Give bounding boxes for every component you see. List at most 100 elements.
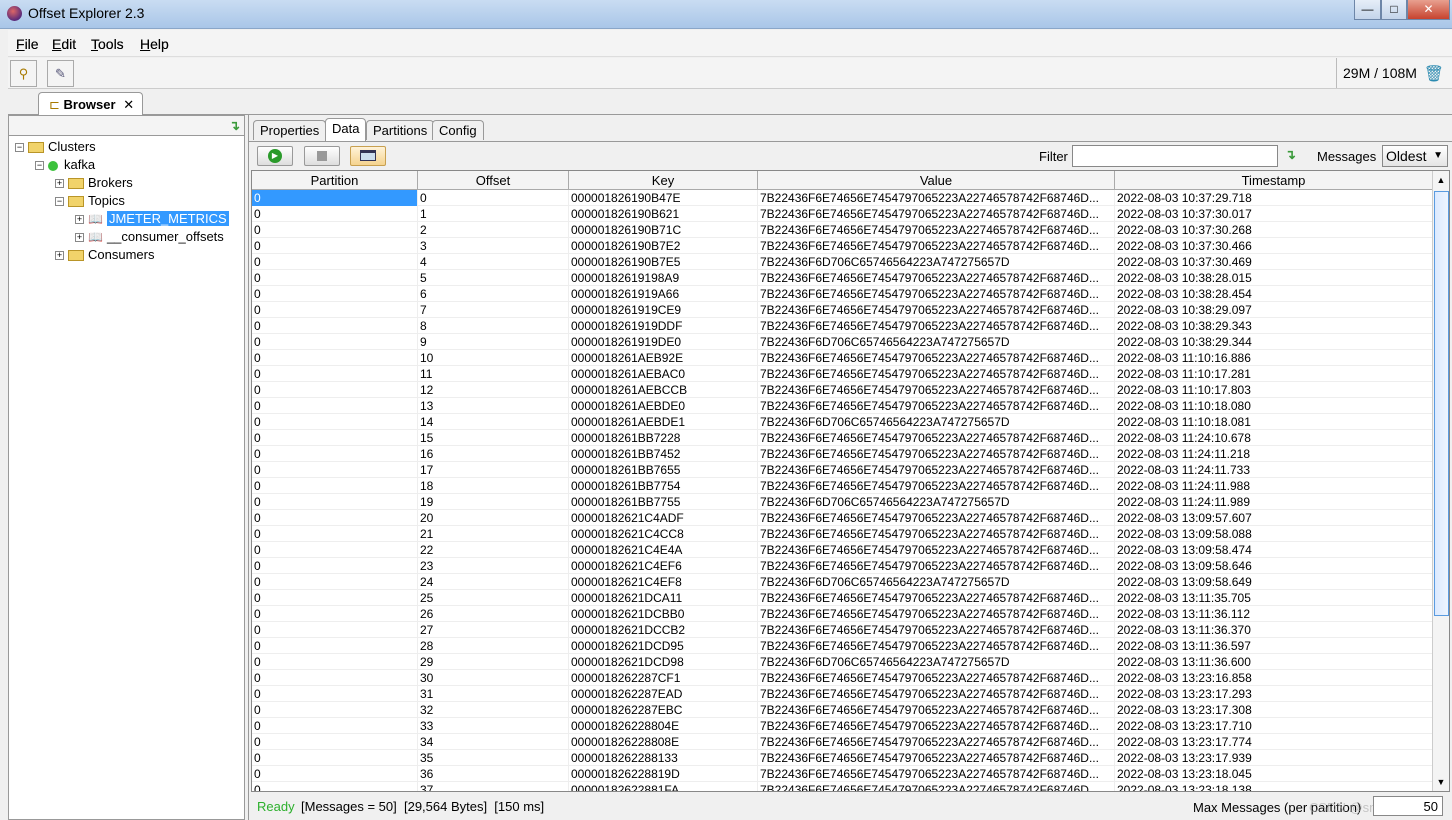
- menu-help-mnemonic: Help: [140, 36, 169, 52]
- table-row[interactable]: 0 5 00000182619198A9 7B22436F6E74656E745479…: [252, 270, 1433, 286]
- tree-node-kafka[interactable]: − kafka: [35, 156, 95, 174]
- view-toggle-button[interactable]: [350, 146, 386, 166]
- tab-config[interactable]: Config: [432, 120, 484, 140]
- tree-node-topic-consumer-offsets[interactable]: + 📖 __consumer_offsets: [75, 228, 224, 246]
- stop-button[interactable]: [304, 146, 340, 166]
- column-header-partition[interactable]: Partition: [252, 171, 418, 190]
- column-header-offset[interactable]: Offset: [418, 171, 569, 190]
- table-row[interactable]: 0 26 00000182621DCBB0 7B22436F6E74656E74547…: [252, 606, 1433, 622]
- table-row[interactable]: 0 6 0000018261919A66 7B22436F6E74656E745479…: [252, 286, 1433, 302]
- garbage-collect-trash-icon[interactable]: 🗑: [1424, 64, 1444, 84]
- table-row[interactable]: 0 18 0000018261BB7754 7B22436F6E74656E74547…: [252, 478, 1433, 494]
- table-row[interactable]: 0 13 0000018261AEBDE0 7B22436F6E74656E74547…: [252, 398, 1433, 414]
- expand-icon[interactable]: +: [55, 251, 64, 261]
- menu-edit-mnemonic: Edit: [52, 36, 76, 52]
- max-messages-input[interactable]: 50: [1373, 796, 1443, 816]
- table-row[interactable]: 0 16 0000018261BB7452 7B22436F6E74656E74547…: [252, 446, 1433, 462]
- tree-node-consumers[interactable]: + Consumers: [55, 246, 154, 264]
- table-row[interactable]: 0 36 000001826228819D 7B22436F6E74656E74547…: [252, 766, 1433, 782]
- scroll-down-icon[interactable]: ▼: [1433, 773, 1449, 791]
- collapse-icon[interactable]: −: [35, 161, 44, 171]
- close-button[interactable]: ✕: [1407, 0, 1450, 20]
- cell-offset: 21: [418, 526, 569, 542]
- menu-edit[interactable]: Edit Edit: [52, 36, 76, 52]
- run-button[interactable]: ▶: [257, 146, 293, 166]
- table-row[interactable]: 0 37 00000182622881FA 7B22436F6E74656E74547…: [252, 782, 1433, 791]
- table-row[interactable]: 0 32 0000018262287EBC 7B22436F6E74656E74547…: [252, 702, 1433, 718]
- table-row[interactable]: 0 31 0000018262287EAD 7B22436F6E74656E74547…: [252, 686, 1433, 702]
- table-row[interactable]: 0 25 00000182621DCA11 7B22436F6E74656E74547…: [252, 590, 1433, 606]
- messages-label: Messages: [1317, 149, 1377, 164]
- messages-select[interactable]: Oldest ▼: [1382, 145, 1448, 167]
- scroll-up-icon[interactable]: ▲: [1433, 171, 1449, 189]
- table-row[interactable]: 0 1 000001826190B621 7B22436F6E74656E745479…: [252, 206, 1433, 222]
- table-row[interactable]: 0 4 000001826190B7E5 7B22436F6D706C65746564…: [252, 254, 1433, 270]
- table-row[interactable]: 0 7 0000018261919CE9 7B22436F6E74656E745479…: [252, 302, 1433, 318]
- table-row[interactable]: 0 29 00000182621DCD98 7B22436F6D706C6574656…: [252, 654, 1433, 670]
- tab-partitions[interactable]: Partitions: [366, 120, 435, 140]
- table-row[interactable]: 0 21 00000182621C4CC8 7B22436F6E74656E74547…: [252, 526, 1433, 542]
- cell-key: 0000018261AEB92E: [569, 350, 758, 366]
- cell-timestamp: 2022-08-03 10:38:28.454: [1115, 286, 1433, 302]
- expand-icon[interactable]: +: [75, 215, 84, 225]
- table-row[interactable]: 0 17 0000018261BB7655 7B22436F6E74656E74547…: [252, 462, 1433, 478]
- edit-tree-button[interactable]: ✎: [47, 60, 74, 87]
- table-row[interactable]: 0 24 00000182621C4EF8 7B22436F6D706C6574656…: [252, 574, 1433, 590]
- table-row[interactable]: 0 22 00000182621C4E4A 7B22436F6E74656E74547…: [252, 542, 1433, 558]
- expand-icon[interactable]: +: [75, 233, 84, 243]
- minimize-button[interactable]: —: [1354, 0, 1381, 20]
- table-row[interactable]: 0 14 0000018261AEBDE1 7B22436F6D706C6574656…: [252, 414, 1433, 430]
- tab-data[interactable]: Data: [325, 118, 367, 141]
- table-row[interactable]: 0 12 0000018261AEBCCB 7B22436F6E74656E74547…: [252, 382, 1433, 398]
- collapse-icon[interactable]: −: [55, 197, 64, 207]
- browser-tab[interactable]: ⊏ Browser ✕: [38, 92, 143, 115]
- table-row[interactable]: 0 11 0000018261AEBAC0 7B22436F6E74656E74547…: [252, 366, 1433, 382]
- filter-input[interactable]: [1072, 145, 1278, 167]
- tree-node-brokers[interactable]: + Brokers: [55, 174, 133, 192]
- table-row[interactable]: 0 19 0000018261BB7755 7B22436F6D706C6574656…: [252, 494, 1433, 510]
- table-row[interactable]: 0 3 000001826190B7E2 7B22436F6E74656E745479…: [252, 238, 1433, 254]
- tab-properties[interactable]: Properties: [253, 120, 327, 140]
- table-row[interactable]: 0 23 00000182621C4EF6 7B22436F6E74656E74547…: [252, 558, 1433, 574]
- table-row[interactable]: 0 28 00000182621DCD95 7B22436F6E74656E74547…: [252, 638, 1433, 654]
- table-row[interactable]: 0 0 000001826190B47E 7B22436F6E74656E745479…: [252, 190, 1433, 206]
- view-tab-strip: ⊏ Browser ✕: [8, 90, 1452, 115]
- close-tab-icon[interactable]: ✕: [123, 97, 134, 112]
- menu-file[interactable]: File File: [16, 36, 39, 52]
- table-row[interactable]: 0 34 000001826228808E 7B22436F6E74656E74547…: [252, 734, 1433, 750]
- table-row[interactable]: 0 10 0000018261AEB92E 7B22436F6E74656E74547…: [252, 350, 1433, 366]
- add-connection-button[interactable]: ⚲: [10, 60, 37, 87]
- table-row[interactable]: 0 2 000001826190B71C 7B22436F6E74656E745479…: [252, 222, 1433, 238]
- vertical-scrollbar[interactable]: ▲ ▼: [1432, 171, 1449, 791]
- maximize-button[interactable]: □: [1381, 0, 1407, 20]
- table-row[interactable]: 0 15 0000018261BB7228 7B22436F6E74656E74547…: [252, 430, 1433, 446]
- column-header-key[interactable]: Key: [569, 171, 758, 190]
- column-header-timestamp[interactable]: Timestamp: [1115, 171, 1433, 190]
- cell-partition: 0: [252, 270, 418, 286]
- cell-offset: 25: [418, 590, 569, 606]
- tree-node-topic-jmeter-metrics[interactable]: + 📖 JMETER_METRICS: [75, 210, 229, 228]
- table-row[interactable]: 0 8 0000018261919DDF 7B22436F6E74656E745479…: [252, 318, 1433, 334]
- menu-tools[interactable]: Tools Tools: [91, 36, 124, 52]
- cell-offset: 19: [418, 494, 569, 510]
- apply-filter-arrow-icon[interactable]: ↴: [1285, 147, 1296, 163]
- collapse-icon[interactable]: −: [15, 143, 24, 153]
- refresh-arrow-icon[interactable]: ↴: [229, 118, 240, 134]
- table-row[interactable]: 0 20 00000182621C4ADF 7B22436F6E74656E74547…: [252, 510, 1433, 526]
- cell-timestamp: 2022-08-03 10:38:28.015: [1115, 270, 1433, 286]
- scrollbar-thumb[interactable]: [1434, 191, 1449, 616]
- table-row[interactable]: 0 9 0000018261919DE0 7B22436F6D706C65746564…: [252, 334, 1433, 350]
- tree-node-clusters[interactable]: − Clusters: [15, 138, 96, 156]
- table-row[interactable]: 0 33 000001826228804E 7B22436F6E74656E74547…: [252, 718, 1433, 734]
- table-row[interactable]: 0 30 0000018262287CF1 7B22436F6E74656E74547…: [252, 670, 1433, 686]
- menu-help[interactable]: Help Help: [140, 36, 169, 52]
- cell-key: 00000182621C4EF6: [569, 558, 758, 574]
- cell-timestamp: 2022-08-03 11:10:17.281: [1115, 366, 1433, 382]
- table-row[interactable]: 0 35 0000018262288133 7B22436F6E74656E74547…: [252, 750, 1433, 766]
- tree-node-topics[interactable]: − Topics: [55, 192, 125, 210]
- column-header-value[interactable]: Value: [758, 171, 1115, 190]
- cell-value: 7B22436F6E74656E7454797065223A2274657874…: [758, 430, 1115, 446]
- tree-label: __consumer_offsets: [106, 229, 224, 244]
- expand-icon[interactable]: +: [55, 179, 64, 189]
- table-row[interactable]: 0 27 00000182621DCCB2 7B22436F6E74656E74547…: [252, 622, 1433, 638]
